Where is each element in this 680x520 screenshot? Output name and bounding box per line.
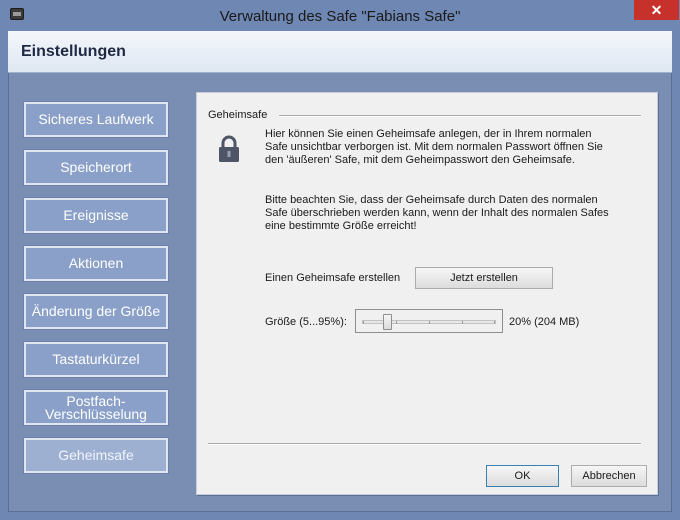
create-now-button[interactable]: Jetzt erstellen [415, 267, 553, 289]
slider-tick [396, 321, 397, 324]
size-slider[interactable] [355, 309, 503, 333]
sidebar-item-postfach-verschluesselung[interactable]: Postfach- Verschlüsselung [24, 390, 168, 425]
cancel-button[interactable]: Abbrechen [571, 465, 647, 487]
slider-tick [429, 321, 430, 324]
create-label: Einen Geheimsafe erstellen [265, 272, 401, 284]
size-label: Größe (5...95%): [265, 316, 347, 328]
sidebar-item-geheimsafe[interactable]: Geheimsafe [24, 438, 168, 473]
sidebar-item-speicherort[interactable]: Speicherort [24, 150, 168, 185]
sidebar-item-aktionen[interactable]: Aktionen [24, 246, 168, 281]
sidebar-item-tastaturkuerzel[interactable]: Tastaturkürzel [24, 342, 168, 377]
sidebar-item-ereignisse[interactable]: Ereignisse [24, 198, 168, 233]
slider-tick [494, 321, 495, 324]
sidebar-item-label: Tastaturkürzel [52, 351, 140, 367]
description-text: Hier können Sie einen Geheimsafe anlegen… [265, 128, 603, 166]
sidebar-item-sicheres-laufwerk[interactable]: Sicheres Laufwerk [24, 102, 168, 137]
settings-panel: Geheimsafe Hier können Sie einen Geheims… [196, 92, 658, 495]
sidebar-item-label: Aktionen [68, 255, 124, 271]
warning-text: Bitte beachten Sie, dass der Geheimsafe … [265, 194, 609, 232]
slider-tick [462, 321, 463, 324]
close-button[interactable]: ✕ [634, 0, 679, 20]
slider-tick [363, 321, 364, 324]
sidebar-item-label: Ereignisse [63, 207, 129, 223]
title-bar[interactable]: Verwaltung des Safe "Fabians Safe" ✕ [0, 0, 680, 31]
sidebar-item-groessenaenderung[interactable]: Änderung der Größe [24, 294, 168, 329]
lock-icon [219, 135, 239, 162]
slider-thumb[interactable] [382, 314, 392, 330]
sidebar-item-label: Geheimsafe [58, 447, 134, 463]
header-band: Einstellungen [8, 31, 672, 73]
footer-divider [208, 443, 641, 444]
group-title: Geheimsafe [208, 109, 268, 121]
sidebar-item-label: Änderung der Größe [31, 303, 161, 319]
sidebar-item-label: Sicheres Laufwerk [38, 111, 154, 127]
page-title: Einstellungen [21, 43, 126, 60]
ok-button[interactable]: OK [486, 465, 559, 487]
sidebar-item-label: Postfach- Verschlüsselung [45, 392, 147, 422]
window-title: Verwaltung des Safe "Fabians Safe" [219, 8, 461, 25]
group-divider [279, 115, 641, 116]
sidebar-item-label: Speicherort [60, 159, 132, 175]
size-value: 20% (204 MB) [509, 316, 580, 328]
